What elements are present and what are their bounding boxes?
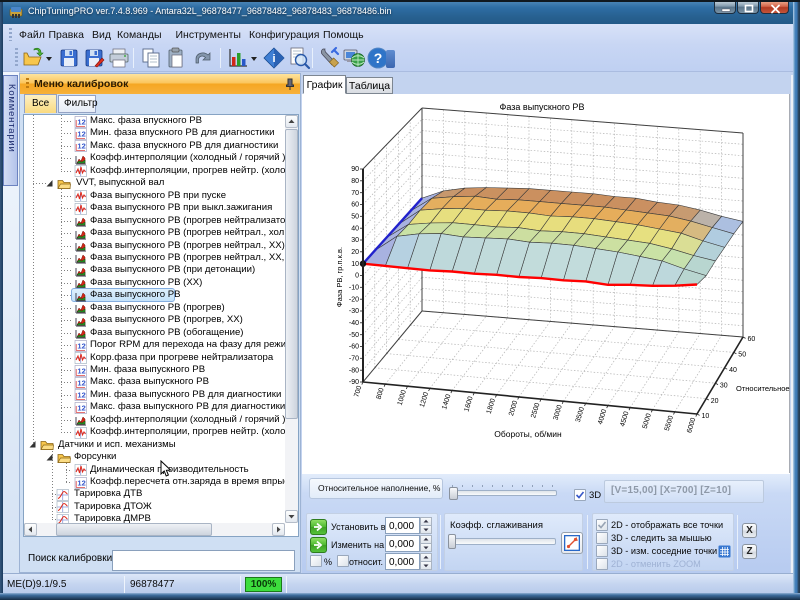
svg-text:12: 12 — [77, 391, 85, 400]
svg-text:12: 12 — [77, 130, 85, 139]
svg-text:i: i — [272, 53, 275, 65]
svg-text:700: 700 — [353, 385, 363, 398]
svg-text:10: 10 — [351, 261, 359, 268]
svg-text:6000: 6000 — [686, 417, 697, 434]
svg-text:50: 50 — [351, 214, 359, 221]
svg-text:-90: -90 — [349, 379, 359, 386]
svg-text:20: 20 — [351, 249, 359, 256]
svg-text:60: 60 — [351, 202, 359, 209]
svg-text:800: 800 — [376, 387, 386, 400]
svg-text:-40: -40 — [349, 320, 359, 327]
svg-text:30: 30 — [720, 382, 728, 389]
svg-text:-10: -10 — [349, 285, 359, 292]
svg-text:12: 12 — [77, 117, 85, 126]
svg-text:Фаза выпускного РВ: Фаза выпускного РВ — [500, 102, 585, 112]
svg-text:4500: 4500 — [619, 411, 630, 428]
svg-text:1600: 1600 — [463, 396, 474, 413]
svg-text:1000: 1000 — [397, 389, 408, 406]
svg-text:20: 20 — [711, 398, 719, 405]
svg-text:5500: 5500 — [664, 415, 675, 432]
svg-text:-50: -50 — [349, 332, 359, 339]
svg-text:12: 12 — [77, 341, 85, 350]
svg-text:0: 0 — [355, 273, 359, 280]
svg-text:?: ? — [374, 50, 383, 66]
svg-text:40: 40 — [351, 225, 359, 232]
svg-text:12: 12 — [77, 403, 85, 412]
svg-text:1400: 1400 — [441, 393, 452, 410]
svg-text:2000: 2000 — [508, 400, 519, 417]
svg-text:Относительное н: Относительное н — [736, 384, 790, 393]
svg-text:Фаза РВ, гр.п.к.в.: Фаза РВ, гр.п.к.в. — [335, 247, 344, 307]
svg-text:10: 10 — [702, 413, 710, 420]
svg-text:12: 12 — [77, 379, 85, 388]
svg-text:-20: -20 — [349, 296, 359, 303]
svg-text:2500: 2500 — [530, 402, 541, 419]
svg-text:-30: -30 — [349, 308, 359, 315]
svg-text:-80: -80 — [349, 367, 359, 374]
svg-text:Обороты, об/мин: Обороты, об/мин — [494, 429, 562, 439]
svg-text:3000: 3000 — [553, 404, 564, 421]
svg-text:12: 12 — [77, 366, 85, 375]
svg-text:-60: -60 — [349, 344, 359, 351]
svg-text:80: 80 — [351, 178, 359, 185]
svg-text:40: 40 — [729, 367, 737, 374]
svg-text:4000: 4000 — [597, 408, 608, 425]
svg-text:3500: 3500 — [575, 406, 586, 423]
svg-text:12: 12 — [77, 478, 85, 487]
svg-text:30: 30 — [351, 237, 359, 244]
svg-text:12: 12 — [77, 142, 85, 151]
svg-text:70: 70 — [351, 190, 359, 197]
svg-text:90: 90 — [351, 166, 359, 173]
svg-text:1800: 1800 — [486, 398, 497, 415]
svg-text:1200: 1200 — [419, 391, 430, 408]
svg-text:60: 60 — [748, 336, 756, 343]
svg-text:-70: -70 — [349, 356, 359, 363]
svg-text:50: 50 — [738, 352, 746, 359]
svg-text:5000: 5000 — [642, 413, 653, 430]
